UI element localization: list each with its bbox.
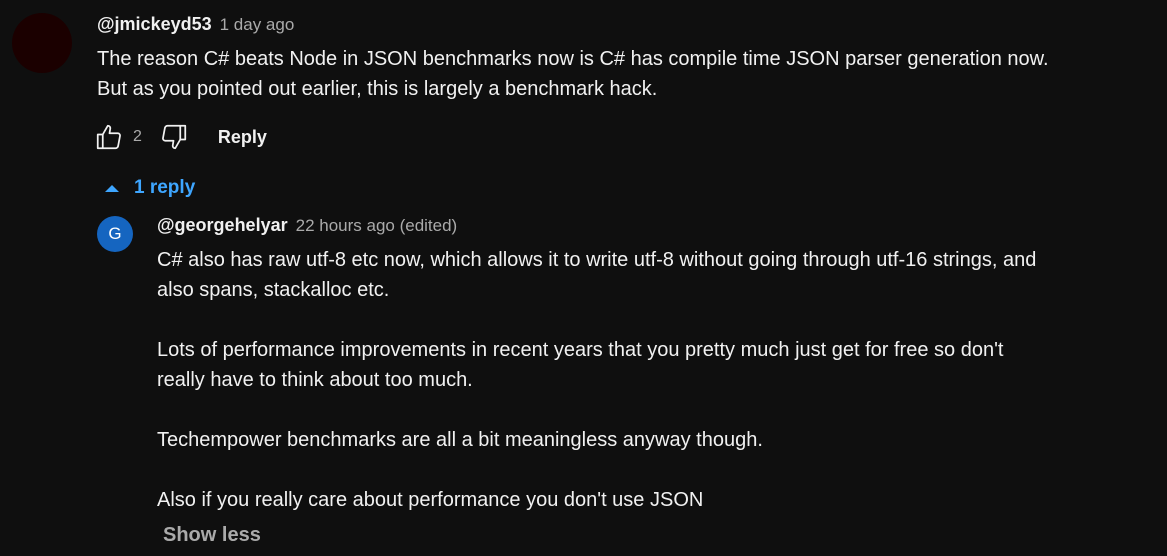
- show-less-button[interactable]: Show less: [163, 524, 261, 547]
- comment: @jmickeyd53 1 day ago The reason C# beat…: [97, 14, 1137, 104]
- comment-text-line: But as you pointed out earlier, this is …: [97, 78, 658, 100]
- thumbs-up-icon: [96, 124, 121, 150]
- reply-avatar[interactable]: G: [97, 216, 133, 252]
- comment-header: @jmickeyd53 1 day ago: [97, 14, 1137, 42]
- reply-button[interactable]: Reply: [218, 127, 267, 148]
- thumbs-down-icon: [161, 124, 187, 150]
- reply-paragraph: Lots of performance improvements in rece…: [157, 335, 1147, 395]
- reply-text-line: Also if you really care about performanc…: [157, 489, 704, 511]
- comment-author[interactable]: @jmickeyd53: [97, 14, 212, 35]
- reply-text-line: really have to think about too much.: [157, 369, 473, 391]
- reply-header: @georgehelyar 22 hours ago (edited): [157, 215, 1147, 243]
- reply-text: C# also has raw utf-8 etc now, which all…: [157, 245, 1147, 515]
- comment-text-line: The reason C# beats Node in JSON benchma…: [97, 48, 1049, 70]
- reply-avatar-letter: G: [108, 224, 122, 243]
- replies-toggle[interactable]: 1 reply: [104, 173, 195, 203]
- reply-author[interactable]: @georgehelyar: [157, 215, 288, 236]
- avatar[interactable]: [12, 13, 72, 73]
- like-count: 2: [133, 128, 142, 145]
- reply-time[interactable]: 22 hours ago (edited): [296, 216, 458, 236]
- reply-text-line: Lots of performance improvements in rece…: [157, 339, 1004, 361]
- comment-actions: 2 Reply: [93, 120, 267, 154]
- comment-text: The reason C# beats Node in JSON benchma…: [97, 44, 1137, 104]
- reply-paragraph: Techempower benchmarks are all a bit mea…: [157, 425, 1147, 455]
- reply-text-line: also spans, stackalloc etc.: [157, 279, 390, 301]
- reply-comment: @georgehelyar 22 hours ago (edited) C# a…: [157, 215, 1147, 515]
- like-button[interactable]: [93, 121, 125, 153]
- replies-toggle-label: 1 reply: [134, 177, 196, 198]
- reply-text-line: C# also has raw utf-8 etc now, which all…: [157, 249, 1037, 271]
- caret-up-icon: [105, 185, 119, 192]
- reply-text-line: Techempower benchmarks are all a bit mea…: [157, 429, 763, 451]
- dislike-button[interactable]: [158, 121, 190, 153]
- comment-time[interactable]: 1 day ago: [220, 15, 295, 35]
- reply-paragraph: Also if you really care about performanc…: [157, 485, 1147, 515]
- reply-paragraph: C# also has raw utf-8 etc now, which all…: [157, 245, 1147, 305]
